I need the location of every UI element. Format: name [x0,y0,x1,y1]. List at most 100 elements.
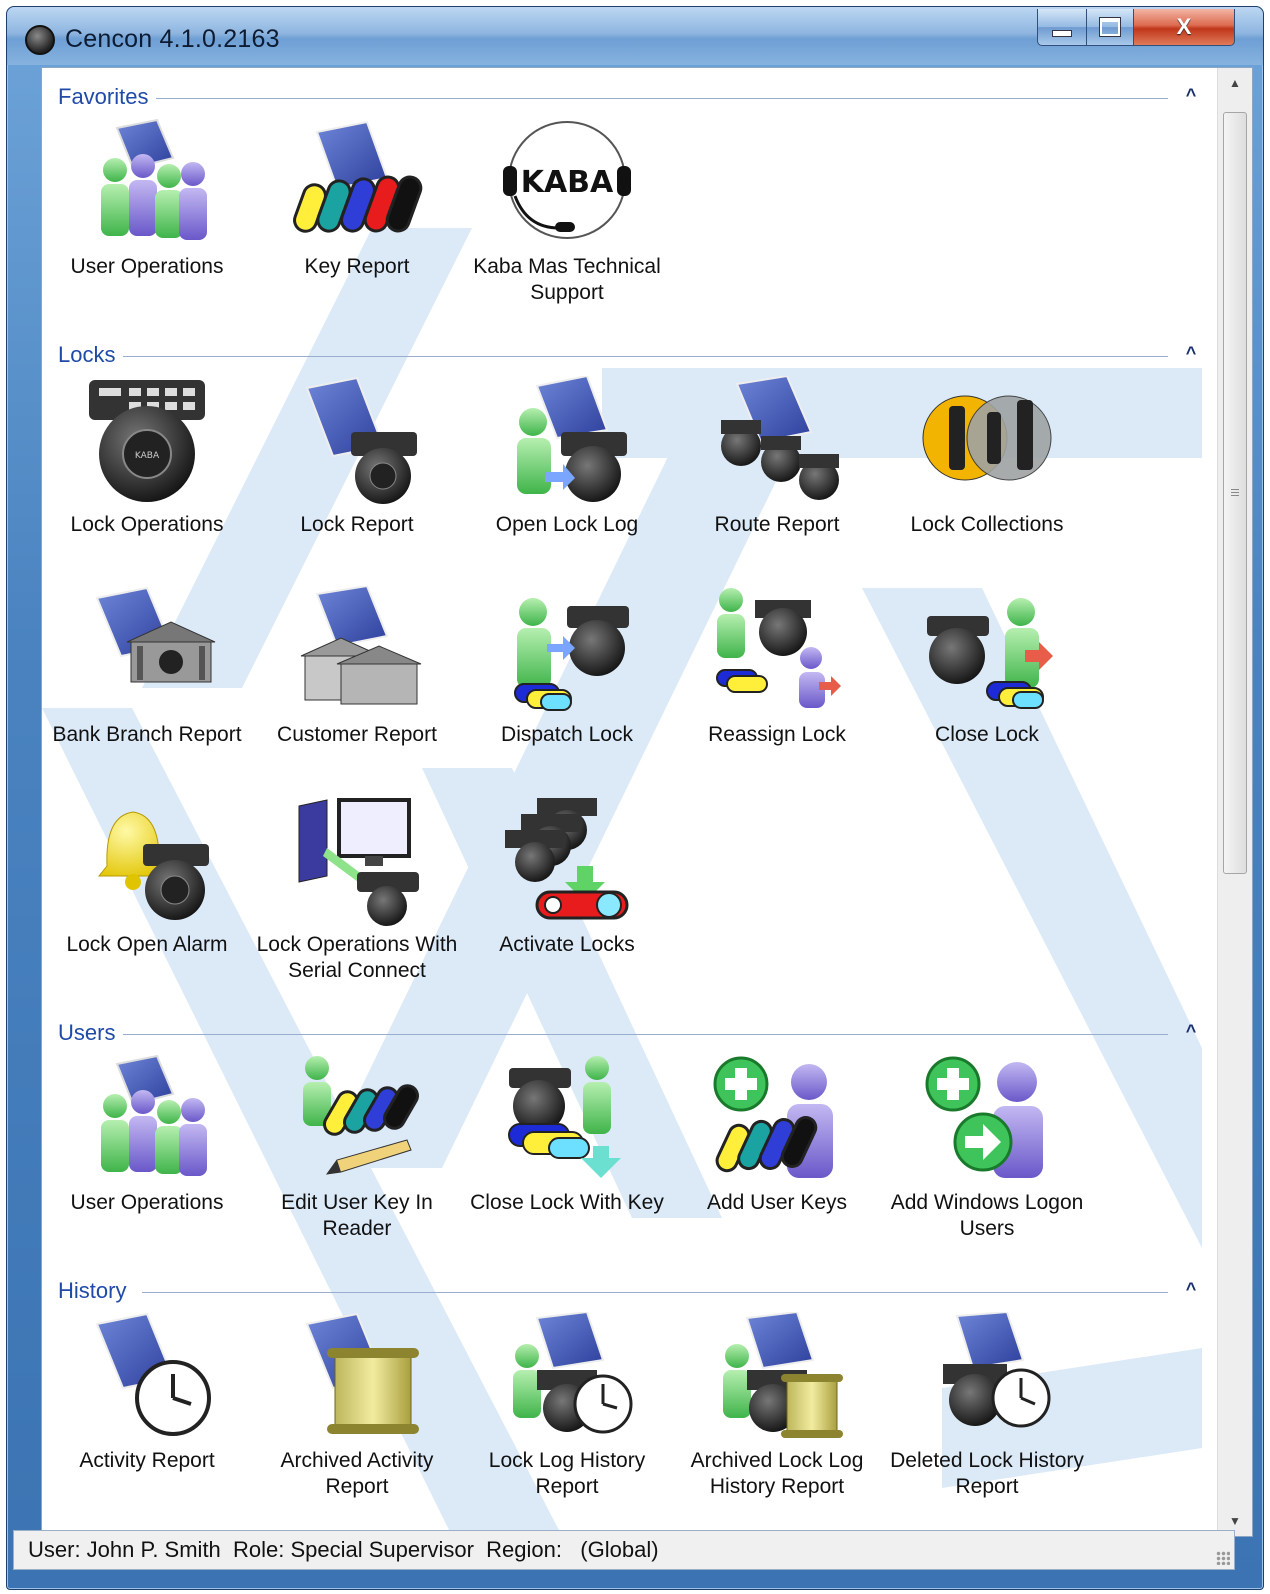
tile-reassign-lock[interactable]: Reassign Lock [672,586,882,836]
tile-deleted-lock-history[interactable]: Deleted Lock History Report [882,1312,1092,1536]
app-icon [25,25,55,55]
section-title: History [58,1278,135,1304]
deleted-lock-history-icon [943,1312,1051,1428]
tile-key-report[interactable]: Key Report [252,118,462,368]
tile-label: Close Lock With Key [470,1191,664,1214]
tile-label: Key Report [304,255,410,278]
section-header: History ^ [42,1276,1218,1304]
svg-text:KABA: KABA [521,165,614,200]
activate-locks-icon [505,798,629,920]
tile-label: Lock Collections [910,513,1064,536]
tile-label: Lock Report [300,513,414,536]
close-icon: X [1176,14,1192,39]
tile-label: Customer Report [277,723,437,746]
minimize-icon [1052,29,1072,37]
lock-collections-icon [922,395,1052,481]
maximize-button[interactable] [1086,9,1134,46]
section-title: Locks [58,342,124,368]
section-locks: Locks ^ KABA Lock Operations Lock Report… [42,340,1218,1020]
tile-add-windows-users[interactable]: Add Windows Logon Users [882,1054,1092,1304]
section-title: Favorites [58,84,157,110]
tile-user-operations[interactable]: User Operations [42,118,252,368]
add-user-keys-icon [713,1056,833,1178]
user-operations-icon [101,118,207,240]
section-divider [142,1292,1168,1293]
status-bar: User: John P. Smith Role: Special Superv… [13,1530,1235,1570]
tile-label: User Operations [70,1191,224,1214]
collapse-chevron-icon[interactable]: ^ [1178,340,1204,366]
tile-add-user-keys[interactable]: Add User Keys [672,1054,882,1304]
edit-user-key-icon [303,1056,419,1175]
route-report-icon [721,376,839,500]
serial-connect-icon [298,798,419,926]
tile-lock-log-history[interactable]: Lock Log History Report [462,1312,672,1536]
section-divider [122,356,1168,357]
collapse-chevron-icon[interactable]: ^ [1178,82,1204,108]
window-title: Cencon 4.1.0.2163 [65,25,280,53]
grip-icon [1231,488,1239,498]
tile-close-lock[interactable]: Close Lock [882,586,1092,836]
tile-label: Kaba Mas Technical Support [473,255,661,304]
tile-label: Lock Operations [70,513,224,536]
scroll-thumb[interactable] [1223,112,1247,874]
tile-activate-locks[interactable]: Activate Locks [462,796,672,1046]
launcher-panel: Favorites ^ User Operations Key Report K… [41,67,1253,1537]
resize-grip-icon[interactable] [1216,1551,1230,1565]
tile-lock-open-alarm[interactable]: Lock Open Alarm [42,796,252,1046]
activity-report-icon [95,1312,211,1436]
tile-label: Dispatch Lock [501,723,633,746]
tile-label: Bank Branch Report [52,723,242,746]
kaba-support-headset-icon: KABA [503,121,631,239]
bank-branch-report-icon [95,586,216,683]
maximize-icon [1100,18,1120,36]
app-window: Cencon 4.1.0.2163 X Favorites ^ User Ope… [6,6,1264,1590]
tile-label: Activate Locks [499,933,635,956]
tile-label: Archived Lock Log History Report [690,1449,864,1498]
customer-report-icon [300,586,422,705]
tile-label: Route Report [714,513,840,536]
tile-kaba-support[interactable]: KABA Kaba Mas Technical Support [462,118,672,368]
lock-report-icon [305,376,417,504]
tile-archived-lock-log[interactable]: Archived Lock Log History Report [672,1312,882,1536]
key-report-icon [293,120,423,233]
dispatch-lock-icon [514,598,629,711]
tile-edit-user-key[interactable]: Edit User Key In Reader [252,1054,462,1304]
collapse-chevron-icon[interactable]: ^ [1178,1276,1204,1302]
user-operations-icon [101,1054,207,1176]
tile-label: Deleted Lock History Report [890,1449,1084,1498]
tile-label: Archived Activity Report [280,1449,434,1498]
tile-label: Add User Keys [706,1191,848,1214]
close-button[interactable]: X [1133,9,1235,46]
tile-label: Lock Log History Report [488,1449,646,1498]
lock-log-history-icon [513,1312,633,1434]
close-lock-with-key-icon [508,1056,621,1178]
section-title: Users [58,1020,124,1046]
section-header: Users ^ [42,1018,1218,1046]
scroll-up-arrow-icon[interactable]: ▲ [1218,68,1252,98]
vertical-scrollbar[interactable]: ▲ ▼ [1217,68,1252,1536]
section-history: History ^ Activity Report Archived Activ… [42,1276,1218,1536]
section-header: Favorites ^ [42,82,1218,110]
tile-close-lock-with-key[interactable]: Close Lock With Key [462,1054,672,1304]
collapse-chevron-icon[interactable]: ^ [1178,1018,1204,1044]
archived-lock-log-icon [723,1312,843,1438]
tile-archived-activity[interactable]: Archived Activity Report [252,1312,462,1536]
archived-activity-icon [305,1312,419,1434]
tile-label: Edit User Key In Reader [281,1191,433,1240]
status-text: User: John P. Smith Role: Special Superv… [28,1537,659,1562]
minimize-button[interactable] [1037,9,1087,46]
lock-operations-icon: KABA [89,380,205,502]
tile-label: Lock Open Alarm [66,933,228,956]
tile-label: Open Lock Log [495,513,639,536]
section-divider [122,1034,1168,1035]
tile-label: Reassign Lock [708,723,846,746]
title-bar[interactable]: Cencon 4.1.0.2163 X [7,7,1263,65]
tile-label: Activity Report [79,1449,215,1472]
section-divider [152,98,1168,99]
tile-label: Lock Operations With Serial Connect [256,933,458,982]
section-users: Users ^ User Operations Edit User Key In… [42,1018,1218,1268]
section-favorites: Favorites ^ User Operations Key Report K… [42,82,1218,332]
tile-activity-report[interactable]: Activity Report [42,1312,252,1536]
tile-user-operations[interactable]: User Operations [42,1054,252,1304]
tile-serial-connect[interactable]: Lock Operations With Serial Connect [252,796,462,1046]
